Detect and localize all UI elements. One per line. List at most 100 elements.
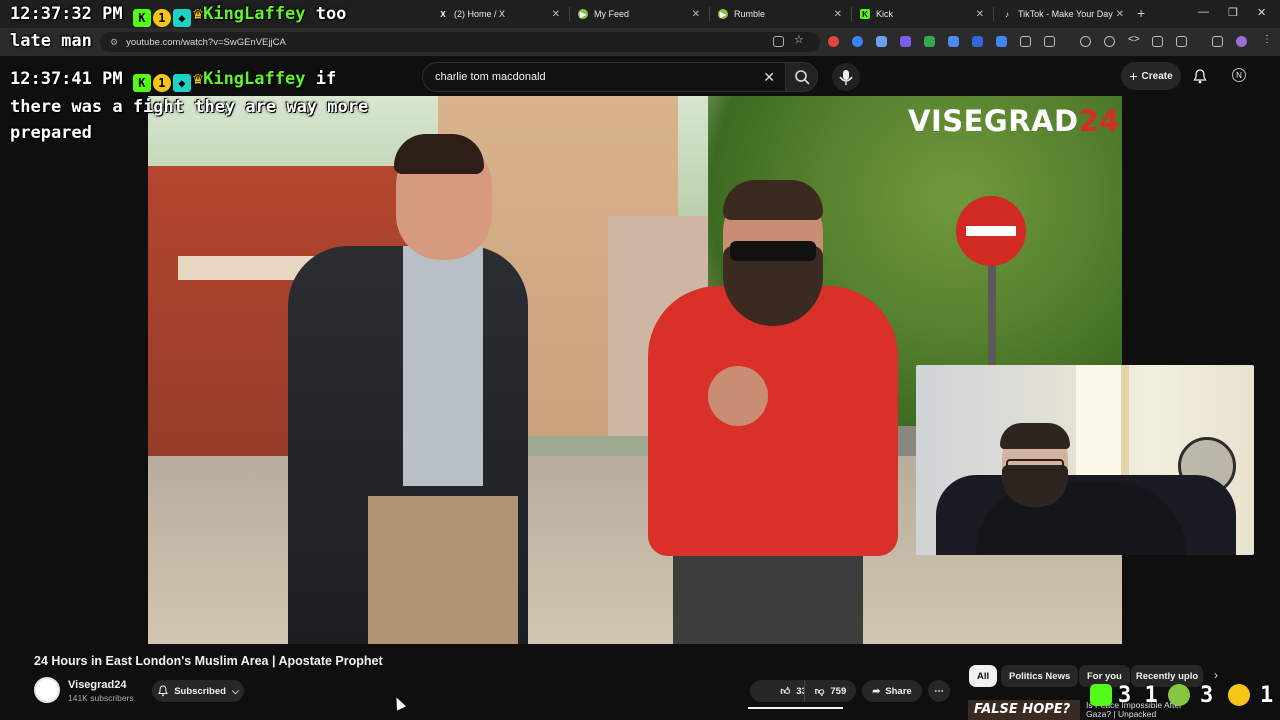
kick-badge-icon: K [132, 74, 151, 92]
close-icon[interactable]: ✕ [552, 9, 560, 20]
extension-icon[interactable] [1152, 36, 1163, 47]
rumble-logo-icon [1168, 684, 1190, 706]
gold-badge-icon: 1 [152, 74, 171, 92]
search-button[interactable] [786, 62, 818, 92]
chat-text: too [315, 4, 347, 24]
minimize-icon[interactable]: — [1198, 6, 1209, 18]
channel-name[interactable]: Visegrad24 [68, 679, 127, 691]
sidebar-icon[interactable] [1176, 36, 1187, 47]
tiktok-icon: ♪ [1005, 9, 1009, 19]
profile-avatar-icon[interactable] [1236, 36, 1247, 47]
install-app-icon[interactable] [773, 36, 784, 47]
crown-icon: ♛ [192, 69, 204, 89]
clear-search-icon[interactable]: ✕ [763, 69, 775, 86]
kick-logo-icon [1090, 684, 1112, 706]
screen: X (2) Home / X ✕ ▶ My Feed ✕ ▶ Rumble ✕ … [0, 0, 1280, 720]
bookmark-star-icon[interactable]: ☆ [794, 33, 805, 46]
other-viewer-count: 1 [1260, 683, 1274, 708]
tab-rumble[interactable]: ▶ Rumble ✕ [710, 0, 850, 28]
extension-icon[interactable] [828, 36, 839, 47]
no-entry-sign [956, 196, 1026, 266]
sub-badge-icon: ◆ [172, 9, 191, 27]
devtools-icon[interactable]: <> [1128, 34, 1140, 45]
tab-x-home[interactable]: X (2) Home / X ✕ [430, 0, 568, 28]
extension-icon[interactable] [852, 36, 863, 47]
thumbs-up-icon: 👍︎ [780, 686, 791, 697]
restore-icon[interactable]: ❐ [1228, 6, 1238, 19]
plus-icon: + [1129, 68, 1138, 84]
video-person-left-shirt [403, 246, 483, 486]
share-label: Share [885, 685, 912, 697]
subscribed-label: Subscribed [174, 685, 226, 697]
window-close-icon[interactable]: ✕ [1257, 6, 1266, 19]
chevron-down-icon: ⌵ [231, 685, 239, 696]
kick-badge-icon: K [132, 9, 151, 27]
chat-username: KingLaffey [203, 69, 306, 89]
close-icon[interactable]: ✕ [976, 9, 984, 20]
thumbs-down-icon: 👎︎ [814, 686, 825, 697]
more-vertical-icon[interactable]: ⋮ [1262, 34, 1273, 45]
sub-badge-icon: ◆ [172, 74, 191, 92]
voice-search-button[interactable] [832, 63, 860, 91]
dislike-button[interactable]: 👎︎ 759 [804, 680, 856, 702]
subscribed-button[interactable]: Subscribed ⌵ [152, 680, 244, 702]
crown-icon: ♛ [192, 4, 204, 24]
tab-label: Kick [876, 9, 894, 19]
video-person-left-hair [394, 134, 484, 174]
chat-timestamp: 12:37:41 PM [10, 69, 123, 89]
history-icon[interactable] [1080, 36, 1091, 47]
extensions-puzzle-icon[interactable] [1044, 36, 1055, 47]
like-ratio-bar [748, 707, 843, 709]
create-button[interactable]: + Create [1121, 62, 1181, 90]
extension-icon[interactable] [1020, 36, 1031, 47]
close-icon[interactable]: ✕ [834, 9, 842, 20]
extension-icon[interactable] [948, 36, 959, 47]
extension-icon[interactable] [972, 36, 983, 47]
extension-icon[interactable] [1104, 36, 1115, 47]
tab-label: TikTok - Make Your Day [1018, 9, 1113, 19]
tab-label: (2) Home / X [454, 9, 506, 19]
site-info-icon[interactable]: ⚙ [110, 37, 118, 48]
url-text: youtube.com/watch?v=SwGEnVEjjCA [126, 36, 286, 48]
subscriber-count: 141K subscribers [68, 693, 134, 703]
close-icon[interactable]: ✕ [692, 9, 700, 20]
other-platform-logo-icon [1228, 684, 1250, 706]
extension-icon[interactable] [924, 36, 935, 47]
account-avatar[interactable]: N [1232, 68, 1246, 82]
chevron-right-icon[interactable]: › [1214, 668, 1218, 682]
chat-text: if [315, 69, 337, 89]
tab-tiktok[interactable]: ♪ TikTok - Make Your Day ✕ [994, 0, 1132, 28]
dislike-count: 759 [830, 685, 847, 697]
chat-message-2-line3: prepared [10, 123, 92, 143]
gold-badge-icon: 1 [152, 9, 171, 27]
chip-politics-news[interactable]: Politics News [1001, 665, 1079, 687]
extension-icon[interactable] [900, 36, 911, 47]
tab-kick[interactable]: K Kick ✕ [852, 0, 992, 28]
url-field[interactable]: ⚙ youtube.com/watch?v=SwGEnVEjjCA [100, 32, 820, 52]
channel-watermark: VISEGRAD24 [908, 104, 1120, 138]
microphone-icon [839, 70, 853, 85]
share-button[interactable]: ➦ Share [862, 680, 922, 702]
menu-icon[interactable] [1212, 36, 1223, 47]
rumble-icon: ▶ [578, 9, 588, 19]
search-input[interactable]: charlie tom macdonald ✕ [422, 62, 786, 92]
video-person-right-hair [723, 180, 823, 220]
tab-my-feed[interactable]: ▶ My Feed ✕ [570, 0, 708, 28]
chat-username: KingLaffey [203, 4, 306, 24]
more-actions-button[interactable]: ⋯ [928, 680, 950, 702]
notifications-bell-icon[interactable] [1192, 68, 1208, 84]
video-person-right [648, 286, 898, 556]
kick-icon: K [860, 9, 870, 19]
extension-icon[interactable] [876, 36, 887, 47]
bell-icon [158, 685, 169, 697]
close-icon[interactable]: ✕ [1116, 9, 1124, 20]
video-person-right-hands [708, 366, 768, 426]
more-horizontal-icon: ⋯ [934, 685, 944, 697]
channel-avatar[interactable] [34, 677, 60, 703]
recommended-video-thumbnail[interactable]: FALSE HOPE? [968, 700, 1080, 720]
new-tab-plus-icon[interactable]: + [1137, 5, 1145, 21]
extension-icon[interactable] [996, 36, 1007, 47]
chip-all[interactable]: All [969, 665, 998, 687]
webcam-person-hair [1000, 423, 1070, 449]
create-label: Create [1141, 70, 1173, 82]
